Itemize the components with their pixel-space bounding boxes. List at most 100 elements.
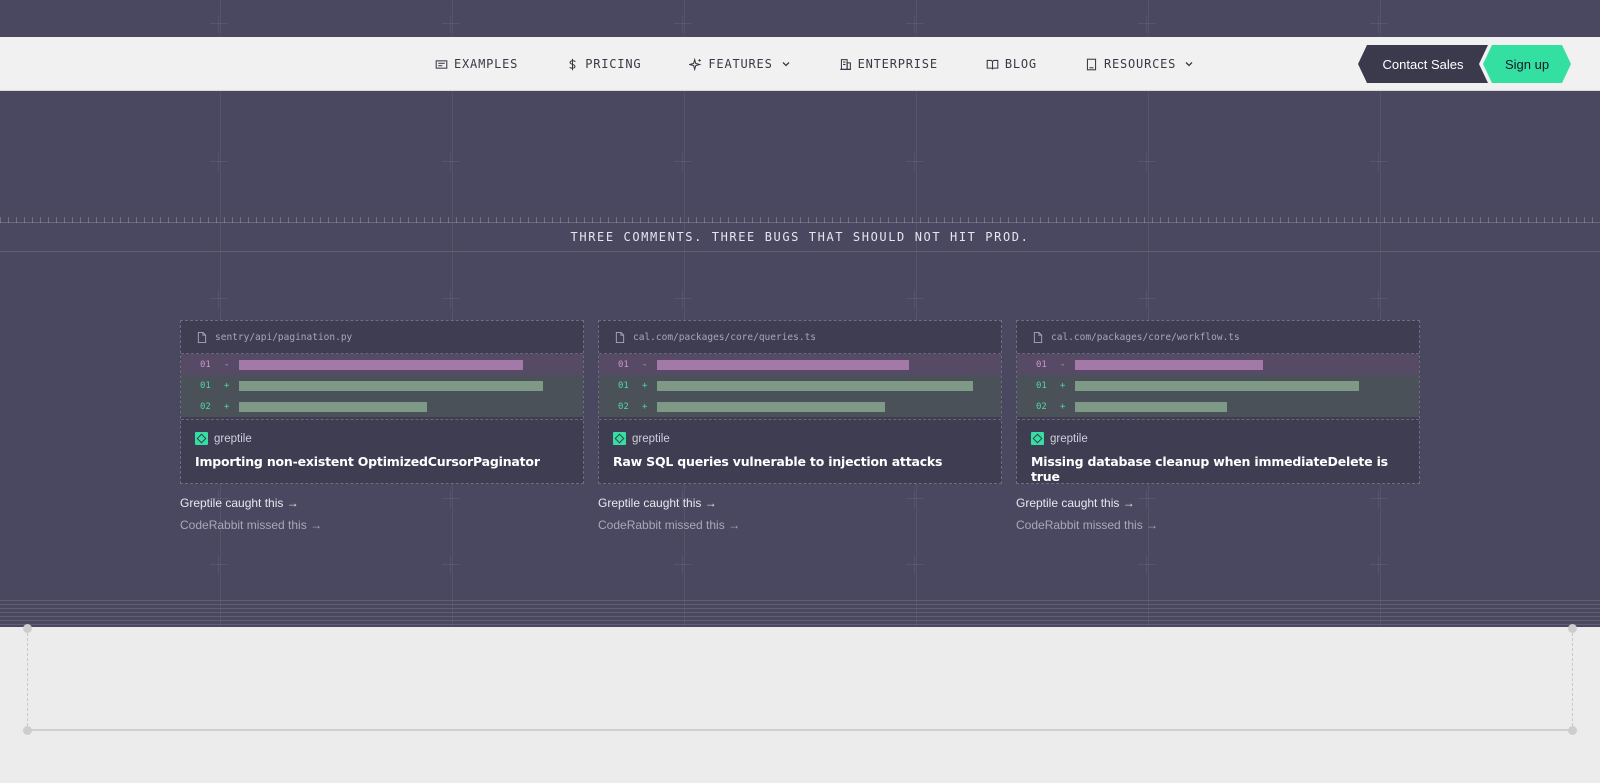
- bot-name: greptile: [632, 432, 670, 445]
- hero-section: [0, 0, 1600, 627]
- grid-marker: [906, 153, 924, 171]
- diff-line-added: 02 +: [1017, 396, 1419, 417]
- caught-link-label: Greptile caught this: [598, 496, 702, 510]
- diff-block: 01 - 01 + 02 +: [1017, 354, 1419, 420]
- grid-marker: [1370, 290, 1388, 308]
- greptile-logo-icon: [195, 432, 208, 445]
- file-icon: [1033, 331, 1043, 343]
- diff-line-added: 02 +: [599, 396, 1001, 417]
- file-path: sentry/api/pagination.py: [215, 331, 353, 343]
- corner-dot: [1568, 624, 1577, 633]
- file-icon: [615, 331, 625, 343]
- diff-line-added: 01 +: [599, 375, 1001, 396]
- nav-resources[interactable]: RESOURCES: [1085, 57, 1194, 71]
- grid-marker: [442, 556, 460, 574]
- grid-marker: [906, 556, 924, 574]
- bug-title: Raw SQL queries vulnerable to injection …: [613, 454, 943, 469]
- bot-name: greptile: [214, 432, 252, 445]
- arrow-right-icon: →: [310, 518, 323, 532]
- nav-features-label: FEATURES: [708, 57, 773, 71]
- greptile-logo-icon: [1031, 432, 1044, 445]
- grid-marker: [1138, 490, 1156, 508]
- missed-link-label: CodeRabbit missed this: [1016, 518, 1143, 532]
- missed-link-label: CodeRabbit missed this: [598, 518, 725, 532]
- line-number: 01: [1036, 380, 1047, 391]
- diff-sign: +: [642, 380, 648, 391]
- nav-blog[interactable]: BLOG: [986, 57, 1037, 71]
- bug-title: Missing database cleanup when immediateD…: [1031, 454, 1388, 484]
- bug-card: cal.com/packages/core/queries.ts 01 - 01…: [598, 320, 1002, 484]
- bot-name: greptile: [1050, 432, 1088, 445]
- diff-bar: [657, 359, 909, 370]
- grid-marker: [906, 290, 924, 308]
- diff-bar: [239, 359, 523, 370]
- diff-block: 01 - 01 + 02 +: [181, 354, 583, 420]
- line-number: 01: [200, 359, 211, 370]
- diff-line-added: 01 +: [181, 375, 583, 396]
- line-number: 02: [1036, 401, 1047, 412]
- diff-sign: -: [1060, 359, 1066, 370]
- diff-sign: -: [642, 359, 648, 370]
- grid-marker: [210, 556, 228, 574]
- grid-marker: [1370, 490, 1388, 508]
- nav-features[interactable]: FEATURES: [689, 57, 790, 71]
- file-header: cal.com/packages/core/workflow.ts: [1017, 321, 1419, 354]
- diff-line-removed: 01 -: [599, 354, 1001, 375]
- grid-marker: [442, 490, 460, 508]
- bug-title: Importing non-existent OptimizedCursorPa…: [195, 454, 540, 469]
- chevron-down-icon: [1185, 62, 1193, 67]
- nav-examples-label: EXAMPLES: [454, 57, 519, 71]
- file-icon: [197, 331, 207, 343]
- line-number: 01: [200, 380, 211, 391]
- missed-link[interactable]: CodeRabbit missed this →: [598, 518, 740, 532]
- grid-marker: [210, 153, 228, 171]
- nav-pricing[interactable]: PRICING: [566, 57, 641, 71]
- grid-marker: [1370, 556, 1388, 574]
- line-number: 02: [618, 401, 629, 412]
- grid-marker: [906, 15, 924, 33]
- comment-body: greptile Missing database cleanup when i…: [1017, 420, 1419, 484]
- diff-sign: +: [224, 380, 230, 391]
- grid-marker: [210, 15, 228, 33]
- bot-author: greptile: [613, 432, 987, 445]
- grid-marker: [906, 490, 924, 508]
- line-number: 01: [1036, 359, 1047, 370]
- sign-up-button[interactable]: Sign up: [1483, 45, 1571, 83]
- contact-sales-button[interactable]: Contact Sales: [1358, 45, 1488, 83]
- nav-enterprise[interactable]: ENTERPRISE: [839, 57, 938, 71]
- stripe-divider: [0, 600, 1600, 627]
- grid-marker: [674, 556, 692, 574]
- file-path: cal.com/packages/core/workflow.ts: [1051, 331, 1240, 343]
- nav-resources-label: RESOURCES: [1103, 57, 1177, 71]
- arrow-right-icon: →: [1146, 518, 1159, 532]
- line-number: 01: [618, 359, 629, 370]
- comment-body: greptile Raw SQL queries vulnerable to i…: [599, 420, 1001, 469]
- document-icon: [1086, 58, 1097, 70]
- caught-link[interactable]: Greptile caught this →: [598, 496, 717, 510]
- diff-bar: [1075, 380, 1359, 391]
- grid-marker: [1370, 153, 1388, 171]
- diff-line-added: 02 +: [181, 396, 583, 417]
- caught-link-label: Greptile caught this: [180, 496, 284, 510]
- missed-link-label: CodeRabbit missed this: [180, 518, 307, 532]
- grid-marker: [1138, 153, 1156, 171]
- missed-link[interactable]: CodeRabbit missed this →: [180, 518, 322, 532]
- grid-marker: [1370, 15, 1388, 33]
- dollar-icon: [569, 58, 576, 70]
- diff-sign: +: [642, 401, 648, 412]
- diff-bar: [1075, 401, 1227, 412]
- grid-marker: [1138, 556, 1156, 574]
- comment-body: greptile Importing non-existent Optimize…: [181, 420, 583, 469]
- file-header: sentry/api/pagination.py: [181, 321, 583, 354]
- nav-examples[interactable]: EXAMPLES: [435, 57, 518, 71]
- missed-link[interactable]: CodeRabbit missed this →: [1016, 518, 1158, 532]
- nav-blog-label: BLOG: [1004, 57, 1037, 71]
- caught-link[interactable]: Greptile caught this →: [1016, 496, 1135, 510]
- nav-links: EXAMPLES PRICING FEATURES ENTERPRISE BLO…: [435, 37, 1242, 91]
- grid-marker: [1138, 290, 1156, 308]
- building-icon: [839, 58, 851, 70]
- file-header: cal.com/packages/core/queries.ts: [599, 321, 1001, 354]
- caught-link[interactable]: Greptile caught this →: [180, 496, 299, 510]
- chevron-down-icon: [782, 62, 790, 67]
- lower-section-frame: [27, 628, 1573, 731]
